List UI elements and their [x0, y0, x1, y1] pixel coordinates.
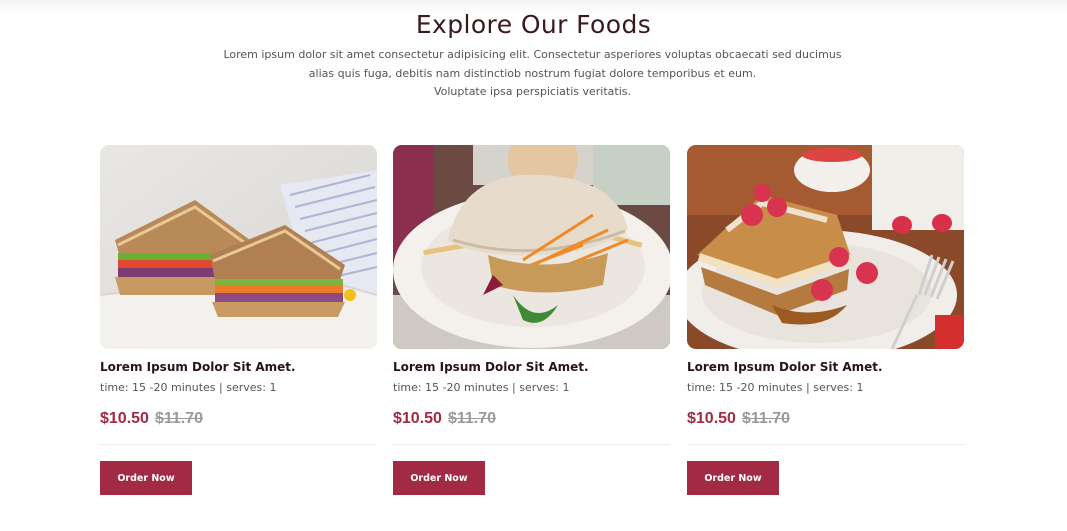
original-price: $11.70 — [447, 410, 496, 427]
original-price: $11.70 — [741, 410, 790, 427]
sandwich-photo — [100, 145, 377, 349]
price-group: $10.50 $11.70 — [393, 410, 496, 428]
card-divider — [100, 444, 377, 445]
original-price: $11.70 — [154, 410, 203, 427]
section-description-line: Lorem ipsum dolor sit amet consectetur a… — [223, 48, 842, 61]
food-card-1: Lorem Ipsum Dolor Sit Amet. time: 15 -20… — [100, 145, 377, 495]
explore-foods-section: Explore Our Foods Lorem ipsum dolor sit … — [0, 0, 1067, 531]
food-name: Lorem Ipsum Dolor Sit Amet. — [100, 360, 296, 374]
food-meta: time: 15 -20 minutes | serves: 1 — [393, 381, 570, 394]
order-now-button[interactable]: Order Now — [393, 461, 485, 495]
food-name: Lorem Ipsum Dolor Sit Amet. — [687, 360, 883, 374]
food-name: Lorem Ipsum Dolor Sit Amet. — [393, 360, 589, 374]
food-meta: time: 15 -20 minutes | serves: 1 — [687, 381, 864, 394]
current-price: $10.50 — [100, 410, 149, 427]
section-description: Lorem ipsum dolor sit amet consectetur a… — [220, 46, 845, 102]
order-now-button[interactable]: Order Now — [100, 461, 192, 495]
food-card-3: Lorem Ipsum Dolor Sit Amet. time: 15 -20… — [687, 145, 964, 495]
price-group: $10.50 $11.70 — [100, 410, 203, 428]
food-card-2: Lorem Ipsum Dolor Sit Amet. time: 15 -20… — [393, 145, 670, 495]
card-divider — [393, 444, 670, 445]
price-group: $10.50 $11.70 — [687, 410, 790, 428]
order-now-button[interactable]: Order Now — [687, 461, 779, 495]
section-title: Explore Our Foods — [415, 10, 652, 39]
card-divider — [687, 444, 964, 445]
current-price: $10.50 — [393, 410, 442, 427]
current-price: $10.50 — [687, 410, 736, 427]
section-description-line: alias quis fuga, debitis nam distinctiob… — [308, 66, 757, 80]
burger-photo — [393, 145, 670, 349]
food-meta: time: 15 -20 minutes | serves: 1 — [100, 381, 277, 394]
french-toast-photo — [687, 145, 964, 349]
section-description-line: Voluptate ipsa perspiciatis veritatis. — [433, 85, 632, 98]
